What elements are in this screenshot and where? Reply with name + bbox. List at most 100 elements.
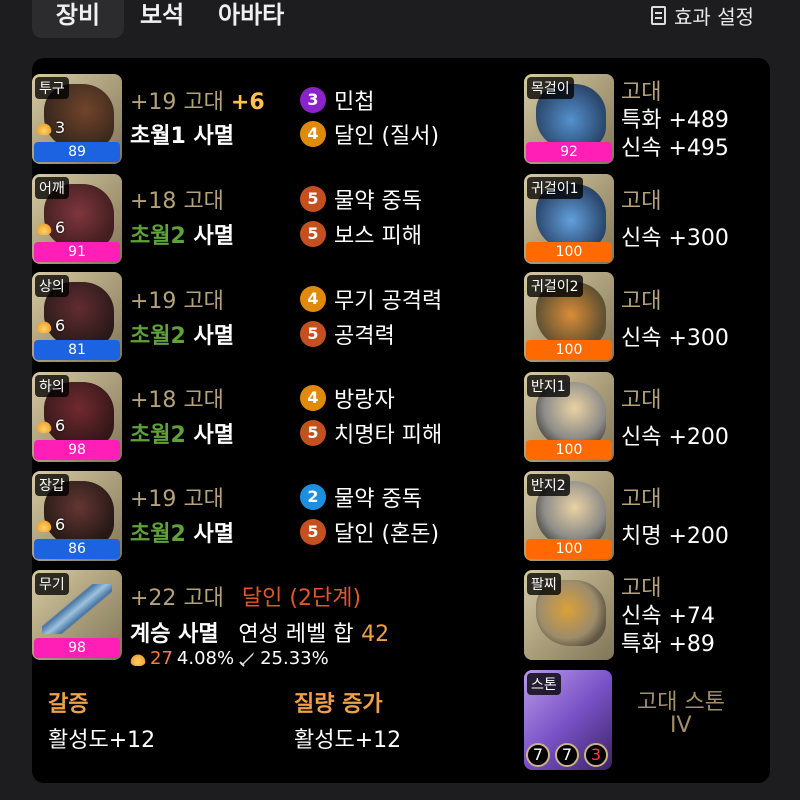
- earring2-item-icon[interactable]: 귀걸이2 100: [524, 272, 614, 362]
- tab-equipment[interactable]: 장비: [32, 0, 124, 38]
- engraving-level-badge: 5: [300, 186, 326, 212]
- slot-label: 어깨: [35, 177, 69, 199]
- weapon-item-icon[interactable]: 무기 98: [32, 570, 122, 660]
- transcend-level: 6: [36, 316, 65, 335]
- quality-bar: 100: [526, 440, 612, 460]
- engraving: 5 달인 (혼돈): [300, 516, 439, 548]
- quality-bar: 100: [526, 242, 612, 262]
- upgrade-grade: +22 고대 달인 (2단계): [130, 586, 362, 611]
- quality-bar: 91: [34, 242, 120, 262]
- accessory-stat: 특화 +89: [621, 632, 715, 657]
- weapon-bonus-row: 27 4.08% 25.33%: [130, 648, 329, 669]
- accessory-grade: 고대: [621, 487, 662, 512]
- slot-label: 목걸이: [527, 77, 574, 99]
- set-info: 초월2 사멸: [130, 423, 234, 448]
- slot-label: 상의: [35, 275, 69, 297]
- tab-avatar[interactable]: 아바타: [196, 0, 306, 38]
- set-info: 초월2 사멸: [130, 324, 234, 349]
- sword-percent: 25.33%: [260, 648, 329, 669]
- engraving-level-badge: 5: [300, 221, 326, 247]
- stone-item-icon[interactable]: 스톤 7 7 3: [524, 670, 612, 770]
- necklace-item-icon[interactable]: 목걸이 92: [524, 74, 614, 164]
- slot-label: 팔찌: [527, 573, 561, 595]
- set-info: 초월2 사멸: [130, 522, 234, 547]
- flame-icon: [36, 517, 52, 532]
- accessory-stat: 치명 +200: [621, 524, 729, 549]
- quality-bar: 92: [526, 142, 612, 162]
- effects-settings-label: 효과 설정: [674, 4, 754, 29]
- slot-label: 반지2: [527, 474, 570, 496]
- engraving-level-badge: 4: [300, 385, 326, 411]
- upgrade-grade: +19 고대: [130, 487, 224, 512]
- transcend-level: 6: [36, 515, 65, 534]
- section-value: 활성도+12: [48, 728, 156, 753]
- refine-value: 42: [361, 622, 390, 647]
- advanced-honing: +6: [230, 90, 265, 115]
- accessory-stat: 신속 +300: [621, 226, 729, 251]
- engraving: 4 무기 공격력: [300, 283, 442, 315]
- quality-bar: 89: [34, 142, 120, 162]
- flame-icon: [36, 418, 52, 433]
- stone-badge: 7: [526, 743, 550, 767]
- earring1-item-icon[interactable]: 귀걸이1 100: [524, 174, 614, 264]
- engraving-level-badge: 4: [300, 121, 326, 147]
- chest-item-icon[interactable]: 상의 6 81: [32, 272, 122, 362]
- slot-label: 하의: [35, 375, 69, 397]
- accessory-stat: 신속 +200: [621, 425, 729, 450]
- transcend-level: 6: [36, 416, 65, 435]
- quality-bar: 86: [34, 539, 120, 559]
- flame-value: 27: [150, 648, 173, 669]
- set-info: 초월2 사멸: [130, 224, 234, 249]
- slot-label: 귀걸이2: [527, 275, 583, 297]
- pants-item-icon[interactable]: 하의 6 98: [32, 372, 122, 462]
- engraving-level-badge: 5: [300, 420, 326, 446]
- engraving: 5 물약 중독: [300, 183, 422, 215]
- flame-icon: [36, 220, 52, 235]
- ring1-item-icon[interactable]: 반지1 100: [524, 372, 614, 462]
- transcend-level: 6: [36, 218, 65, 237]
- engraving: 2 물약 중독: [300, 481, 422, 513]
- bracelet-item-icon[interactable]: 팔찌: [524, 570, 614, 660]
- upgrade-grade: +19 고대: [130, 289, 224, 314]
- engraving: 5 보스 피해: [300, 218, 422, 250]
- tab-gems[interactable]: 보석: [118, 0, 206, 38]
- quality-bar: 81: [34, 340, 120, 360]
- upgrade-grade: +18 고대: [130, 388, 224, 413]
- slot-label: 투구: [35, 77, 69, 99]
- transcend-level: 3: [36, 118, 65, 137]
- stone-name: 고대 스톤: [637, 690, 725, 715]
- quality-bar: 100: [526, 340, 612, 360]
- quality-bar: 100: [526, 539, 612, 559]
- slot-label: 스톤: [527, 673, 561, 695]
- section-title: 갈증: [48, 692, 89, 717]
- slot-label: 귀걸이1: [527, 177, 583, 199]
- engraving-level-badge: 4: [300, 286, 326, 312]
- accessory-stat: 신속 +495: [621, 136, 729, 161]
- stone-badge: 7: [555, 743, 579, 767]
- helmet-item-icon[interactable]: 투구 3 89: [32, 74, 122, 164]
- engraving: 5 치명타 피해: [300, 417, 442, 449]
- effects-settings-button[interactable]: 효과 설정: [651, 0, 754, 30]
- accessory-stat: 신속 +300: [621, 326, 729, 351]
- engraving: 4 달인 (질서): [300, 118, 439, 150]
- set-info: 초월1 사멸: [130, 124, 234, 149]
- document-icon: [651, 5, 667, 25]
- section-title: 질량 증가: [294, 692, 383, 717]
- gloves-item-icon[interactable]: 장갑 6 86: [32, 471, 122, 561]
- accessory-grade: 고대: [621, 388, 662, 413]
- ring2-item-icon[interactable]: 반지2 100: [524, 471, 614, 561]
- stone-tier: IV: [670, 713, 692, 738]
- flame-percent: 4.08%: [176, 648, 235, 669]
- quality-bar: 98: [34, 638, 120, 658]
- upgrade-grade: +19 고대 +6: [130, 90, 265, 115]
- tab-bar: 장비 보석 아바타 효과 설정: [0, 0, 800, 48]
- shoulder-item-icon[interactable]: 어깨 6 91: [32, 174, 122, 264]
- flame-icon: [36, 120, 52, 135]
- slot-label: 반지1: [527, 375, 570, 397]
- refine-label: 연성 레벨 합: [238, 622, 354, 647]
- flame-icon: [36, 318, 52, 333]
- quality-bar: 98: [34, 440, 120, 460]
- upgrade-grade: +18 고대: [130, 189, 224, 214]
- slot-label: 무기: [35, 573, 69, 595]
- engraving-level-badge: 2: [300, 484, 326, 510]
